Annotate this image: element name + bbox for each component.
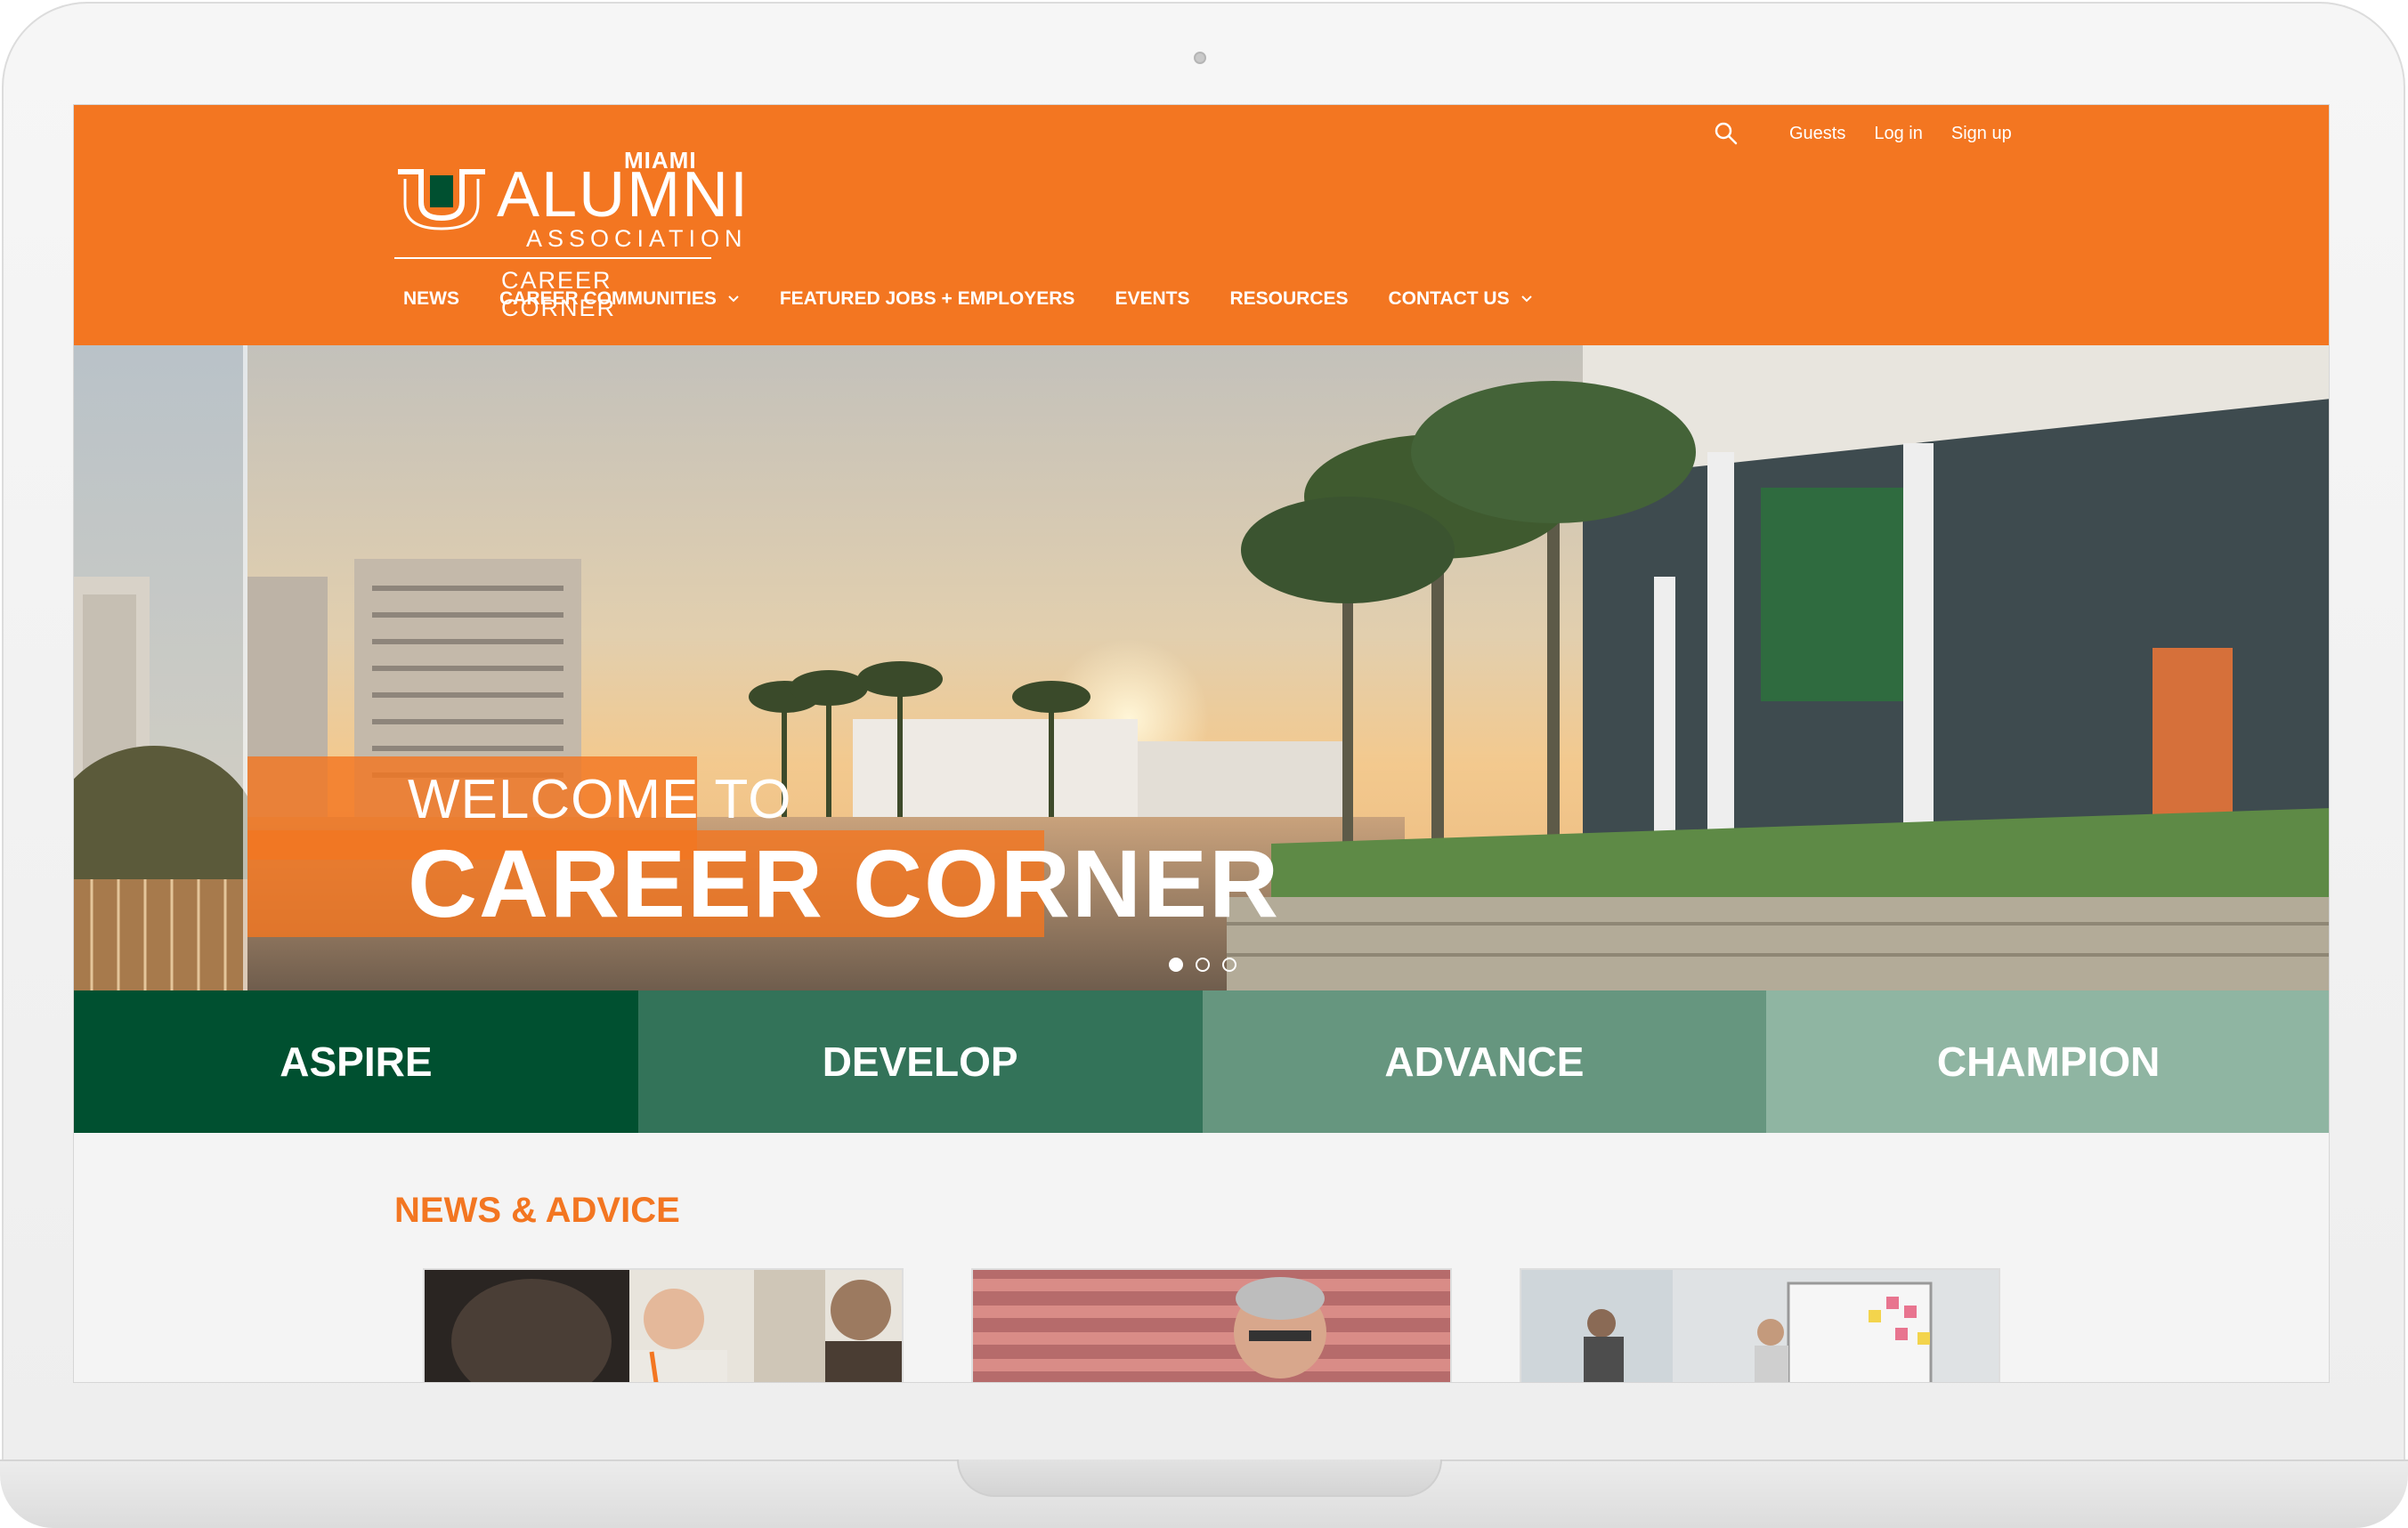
chevron-down-icon: [728, 295, 739, 303]
pillar-champion[interactable]: CHAMPION: [1766, 990, 2329, 1133]
nav-item-contact-us[interactable]: CONTACT US: [1389, 288, 1533, 310]
nav-item-career-communities[interactable]: CAREER COMMUNITIES: [499, 288, 740, 310]
news-section-title: NEWS & ADVICE: [394, 1191, 680, 1230]
logo-alumni-text: ALUMNI: [497, 159, 750, 230]
laptop-notch: [957, 1459, 1442, 1497]
news-card-3[interactable]: [1520, 1268, 2000, 1382]
hero-title: CAREER CORNER: [408, 829, 1281, 937]
nav-item-resources[interactable]: RESOURCES: [1229, 288, 1348, 310]
nav-item-label: RESOURCES: [1229, 288, 1349, 309]
browser-screen: MIAMI ALUMNI ASSOCIATION CAREER CORNER G…: [73, 104, 2330, 1383]
hero-welcome-text: WELCOME TO: [408, 769, 792, 830]
logo-divider: [394, 257, 711, 259]
signup-link[interactable]: Sign up: [1951, 124, 2012, 144]
nav-item-label: CAREER COMMUNITIES: [499, 288, 717, 309]
search-icon[interactable]: [1712, 119, 1740, 148]
u-logo-icon: [398, 169, 485, 230]
news-card-1[interactable]: [423, 1268, 904, 1382]
carousel-dot-1[interactable]: [1169, 958, 1183, 972]
career-stage-pillars: ASPIRE DEVELOP ADVANCE CHAMPION: [74, 990, 2329, 1133]
pillar-advance[interactable]: ADVANCE: [1202, 990, 1767, 1133]
nav-item-label: FEATURED JOBS + EMPLOYERS: [779, 288, 1075, 309]
hero-carousel[interactable]: WELCOME TO CAREER CORNER: [74, 345, 2329, 990]
news-card-image: [1521, 1270, 1999, 1382]
main-nav: NEWS CAREER COMMUNITIES FEATURED JOBS + …: [403, 281, 1573, 317]
carousel-indicators: [1169, 958, 1249, 972]
nav-item-label: CONTACT US: [1388, 288, 1510, 309]
login-link[interactable]: Log in: [1874, 124, 1923, 144]
nav-item-news[interactable]: NEWS: [403, 288, 459, 310]
news-card-image: [425, 1270, 902, 1382]
camera-icon: [1194, 52, 1206, 64]
logo-association-text: ASSOCIATION: [526, 225, 748, 252]
carousel-dot-2[interactable]: [1196, 958, 1210, 972]
pillar-develop[interactable]: DEVELOP: [637, 990, 1203, 1133]
nav-item-label: NEWS: [403, 288, 459, 309]
chevron-down-icon: [1520, 295, 1532, 303]
carousel-dot-3[interactable]: [1222, 958, 1236, 972]
nav-item-events[interactable]: EVENTS: [1115, 288, 1189, 310]
nav-item-featured-jobs[interactable]: FEATURED JOBS + EMPLOYERS: [780, 288, 1075, 310]
pillar-aspire[interactable]: ASPIRE: [74, 990, 638, 1133]
previous-slide-image: [74, 345, 247, 990]
news-card-2[interactable]: [971, 1268, 1452, 1382]
guests-link[interactable]: Guests: [1789, 124, 1845, 144]
nav-item-label: EVENTS: [1115, 288, 1190, 309]
laptop-frame: MIAMI ALUMNI ASSOCIATION CAREER CORNER G…: [0, 0, 2408, 1528]
alumni-association-logo[interactable]: MIAMI ALUMNI ASSOCIATION CAREER CORNER: [394, 127, 748, 321]
news-card-image: [973, 1270, 1450, 1382]
top-utility-nav: Guests Log in Sign up: [1712, 116, 2040, 151]
